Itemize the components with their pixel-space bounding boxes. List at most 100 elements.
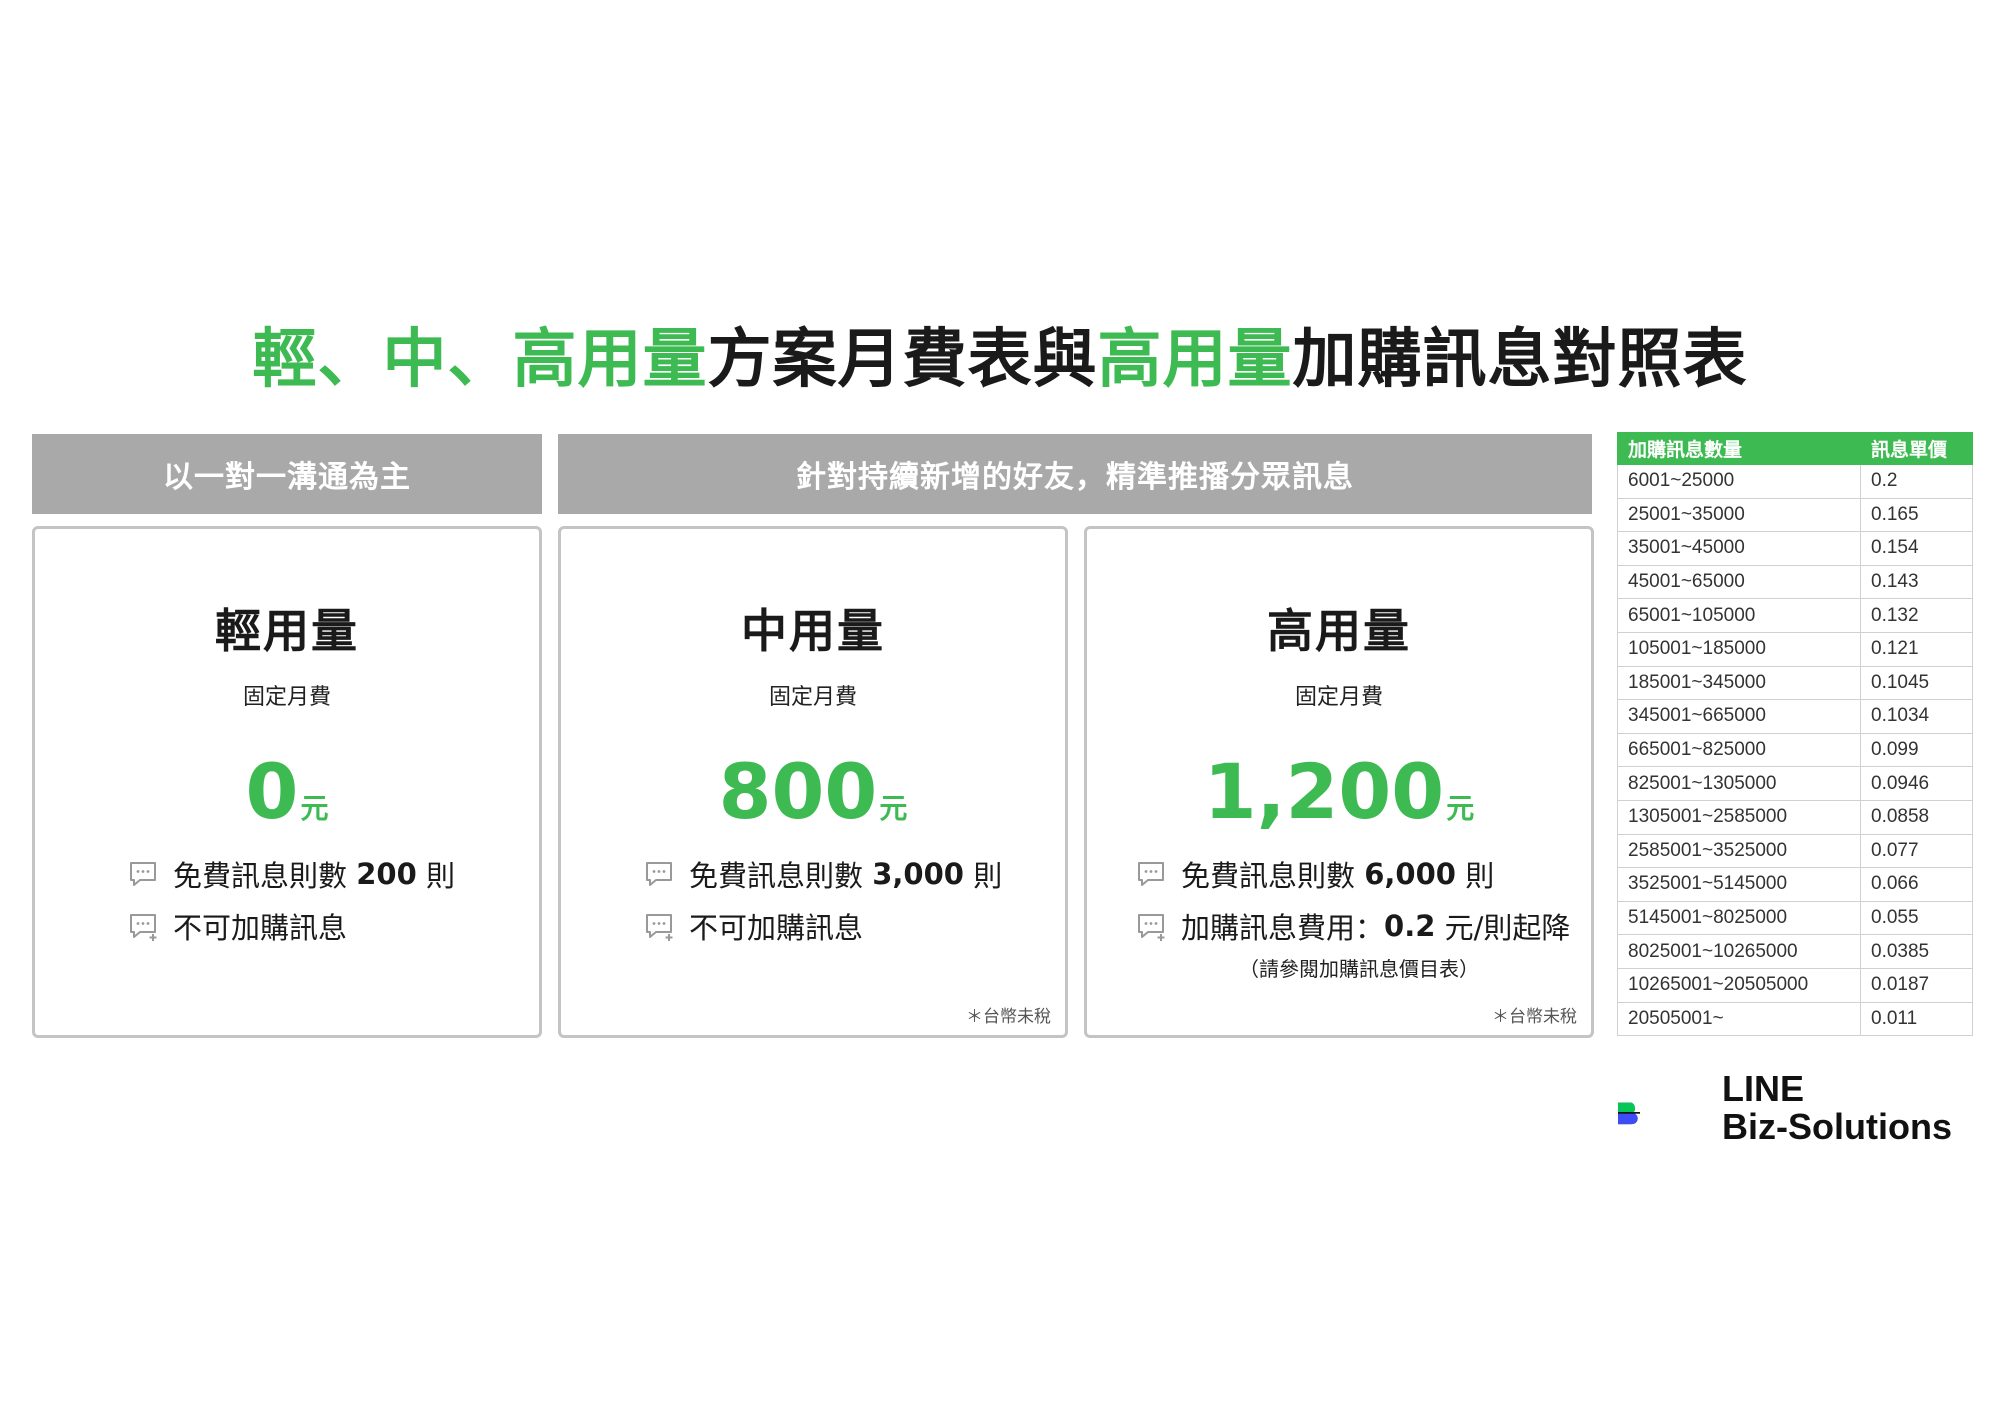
- free-messages-unit: 則: [1465, 859, 1495, 893]
- table-header-row: 加購訊息數量 訊息單價: [1617, 432, 1973, 465]
- table-row: 35001~45000 0.154: [1617, 531, 1973, 566]
- addon-price: 0.2: [1384, 909, 1436, 943]
- unit-price-cell: 0.165: [1860, 497, 1973, 533]
- table-row: 45001~65000 0.143: [1617, 564, 1973, 600]
- quantity-range-cell: 20505001~: [1617, 1001, 1861, 1037]
- price-unit: 元: [300, 792, 329, 825]
- plan-name: 中用量: [741, 604, 885, 658]
- group-header-broadcast: 針對持續新增的好友，精準推播分眾訊息: [558, 434, 1592, 514]
- addon-rate-table: 加購訊息數量 訊息單價 6001~25000 0.2 25001~35000 0.16…: [1617, 432, 1973, 1037]
- unit-price-cell: 0.077: [1860, 833, 1973, 869]
- quantity-range-cell: 105001~185000: [1617, 631, 1861, 667]
- plan-card-medium: 中用量 固定月費 800元 免費訊息則數 3,000 則 不可加購訊息 ＊台幣未…: [558, 526, 1068, 1038]
- addon-feature: 不可加購訊息: [127, 905, 347, 947]
- addon-reference-note: （請參閱加購訊息價目表）: [1239, 957, 1479, 981]
- free-messages-feature: 免費訊息則數 6,000 則: [1135, 853, 1494, 895]
- price-value: 0: [245, 747, 299, 836]
- title-text-1: 方案月費表與: [707, 323, 1098, 397]
- price-value: 1,200: [1203, 747, 1445, 836]
- line-biz-solutions-logo-icon: [1618, 1102, 1641, 1125]
- chat-bubble-icon: [1138, 862, 1164, 886]
- chat-bubble-plus-icon: [1138, 914, 1165, 941]
- free-messages-count: 3,000: [872, 857, 964, 891]
- table-row: 10265001~20505000 0.0187: [1617, 967, 1973, 1003]
- column-header-unit-price: 訊息單價: [1860, 432, 1973, 465]
- unit-price-cell: 0.0187: [1860, 967, 1973, 1003]
- addon-feature: 加購訊息費用： 0.2 元/則起降: [1135, 905, 1570, 947]
- quantity-range-cell: 185001~345000: [1617, 665, 1861, 701]
- free-messages-feature: 免費訊息則數 200 則: [127, 853, 455, 895]
- table-row: 25001~35000 0.165: [1617, 497, 1973, 533]
- addon-label: 加購訊息費用：: [1181, 911, 1385, 945]
- unit-price-cell: 0.099: [1860, 732, 1973, 768]
- tax-note: ＊台幣未稅: [966, 1007, 1051, 1027]
- tax-note: ＊台幣未稅: [1492, 1007, 1577, 1027]
- table-row: 5145001~8025000 0.055: [1617, 900, 1973, 936]
- unit-price-cell: 0.066: [1860, 867, 1973, 902]
- addon-feature: 不可加購訊息: [643, 905, 863, 947]
- logo-wordmark: LINE Biz-Solutions: [1722, 1070, 1952, 1146]
- title-text-2: 加購訊息對照表: [1292, 323, 1748, 397]
- table-row: 2585001~3525000 0.077: [1617, 833, 1973, 869]
- table-row: 825001~1305000 0.0946: [1617, 766, 1973, 801]
- quantity-range-cell: 3525001~5145000: [1617, 867, 1861, 902]
- free-messages-unit: 則: [426, 859, 456, 893]
- table-row: 65001~105000 0.132: [1617, 598, 1973, 633]
- addon-label: 不可加購訊息: [689, 911, 864, 945]
- table-row: 665001~825000 0.099: [1617, 732, 1973, 768]
- quantity-range-cell: 8025001~10265000: [1617, 934, 1861, 969]
- logo-line-1: LINE: [1722, 1068, 1805, 1109]
- quantity-range-cell: 45001~65000: [1617, 564, 1861, 600]
- plan-price: 1,200元: [1087, 747, 1591, 836]
- table-row: 345001~665000 0.1034: [1617, 699, 1973, 734]
- unit-price-cell: 0.055: [1860, 900, 1973, 936]
- addon-label: 不可加購訊息: [173, 911, 348, 945]
- fee-label: 固定月費: [768, 685, 857, 710]
- price-value: 800: [718, 747, 878, 836]
- column-header-quantity: 加購訊息數量: [1617, 432, 1861, 465]
- table-row: 3525001~5145000 0.066: [1617, 867, 1973, 902]
- quantity-range-cell: 65001~105000: [1617, 598, 1861, 633]
- quantity-range-cell: 665001~825000: [1617, 732, 1861, 768]
- fee-label: 固定月費: [242, 685, 331, 710]
- plan-price: 0元: [35, 747, 539, 836]
- logo-line-2: Biz-Solutions: [1722, 1106, 1952, 1147]
- quantity-range-cell: 6001~25000: [1617, 464, 1861, 499]
- quantity-range-cell: 35001~45000: [1617, 531, 1861, 566]
- unit-price-cell: 0.0385: [1860, 934, 1973, 969]
- group-header-one-to-one: 以一對一溝通為主: [32, 434, 542, 514]
- unit-price-cell: 0.2: [1860, 464, 1973, 499]
- price-unit: 元: [1446, 792, 1475, 825]
- plan-name: 高用量: [1267, 604, 1411, 658]
- addon-price-unit: 元/則起降: [1444, 911, 1571, 945]
- quantity-range-cell: 1305001~2585000: [1617, 799, 1861, 835]
- free-messages-label: 免費訊息則數: [689, 859, 864, 893]
- unit-price-cell: 0.1034: [1860, 699, 1973, 734]
- table-row: 105001~185000 0.121: [1617, 631, 1973, 667]
- quantity-range-cell: 2585001~3525000: [1617, 833, 1861, 869]
- unit-price-cell: 0.0858: [1860, 799, 1973, 835]
- unit-price-cell: 0.0946: [1860, 766, 1973, 801]
- free-messages-label: 免費訊息則數: [1181, 859, 1356, 893]
- quantity-range-cell: 5145001~8025000: [1617, 900, 1861, 936]
- free-messages-count: 6,000: [1364, 857, 1456, 891]
- free-messages-count: 200: [356, 857, 417, 891]
- table-row: 6001~25000 0.2: [1617, 464, 1973, 499]
- table-row: 20505001~ 0.011: [1617, 1001, 1973, 1037]
- title-highlight-plans: 輕、中、高用量: [252, 323, 708, 397]
- chat-bubble-plus-icon: [130, 914, 157, 941]
- fee-label: 固定月費: [1294, 685, 1383, 710]
- unit-price-cell: 0.154: [1860, 531, 1973, 566]
- page-title: 輕、中、高用量方案月費表與高用量加購訊息對照表: [0, 308, 2000, 400]
- unit-price-cell: 0.132: [1860, 598, 1973, 633]
- unit-price-cell: 0.011: [1860, 1001, 1973, 1037]
- free-messages-feature: 免費訊息則數 3,000 則: [643, 853, 1002, 895]
- unit-price-cell: 0.1045: [1860, 665, 1973, 701]
- table-row: 185001~345000 0.1045: [1617, 665, 1973, 701]
- plan-price: 800元: [561, 747, 1065, 836]
- quantity-range-cell: 825001~1305000: [1617, 766, 1861, 801]
- chat-bubble-plus-icon: [646, 914, 673, 941]
- unit-price-cell: 0.121: [1860, 631, 1973, 667]
- quantity-range-cell: 25001~35000: [1617, 497, 1861, 533]
- table-row: 1305001~2585000 0.0858: [1617, 799, 1973, 835]
